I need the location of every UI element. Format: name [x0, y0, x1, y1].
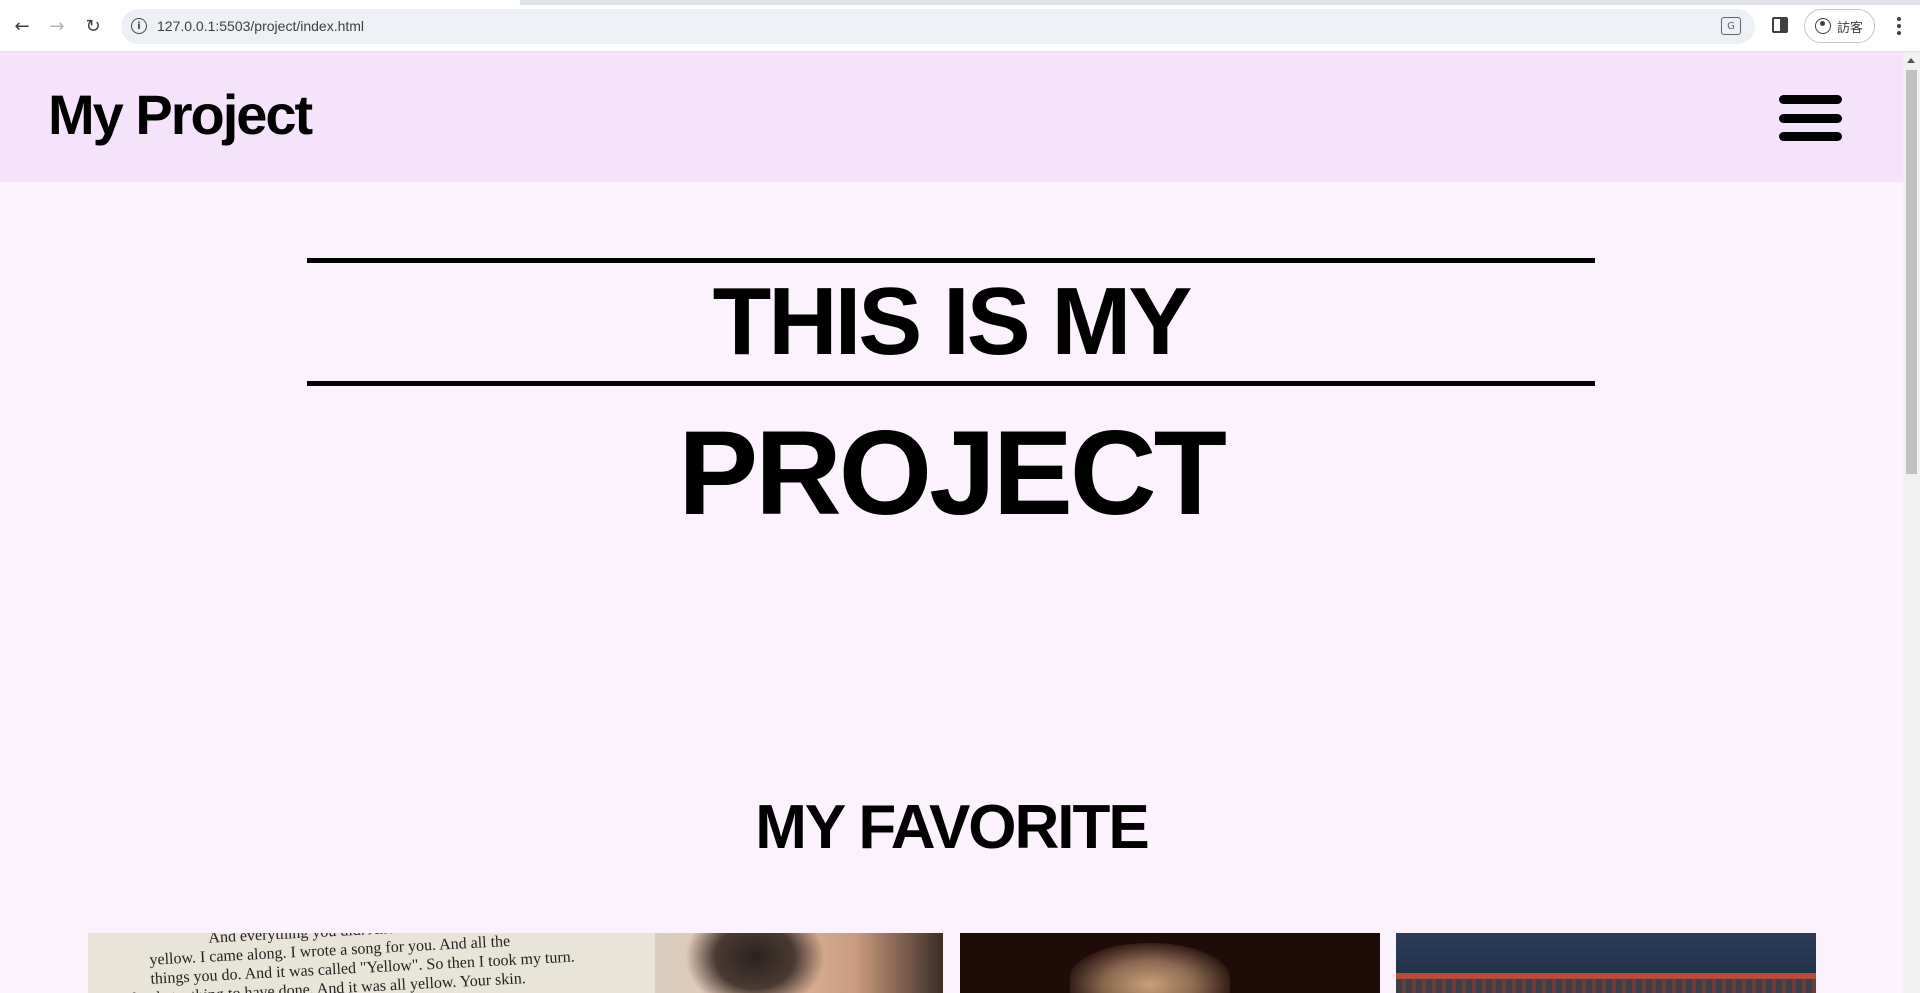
active-tab[interactable]	[0, 0, 520, 5]
address-bar[interactable]: i 127.0.0.1:5503/project/index.html G	[121, 9, 1755, 44]
forward-button[interactable]: →	[44, 13, 70, 39]
favorite-photo-1[interactable]: And everything you did. And all the yell…	[88, 933, 943, 993]
translate-glyph: G	[1727, 20, 1735, 32]
hero-line-2: PROJECT	[678, 406, 1227, 540]
hero-section: THIS IS MY PROJECT	[307, 258, 1595, 548]
site-header: My Project	[0, 52, 1903, 182]
favorites-gallery: And everything you did. And all the yell…	[0, 933, 1903, 993]
url-text[interactable]: 127.0.0.1:5503/project/index.html	[157, 18, 364, 34]
favorite-photo-2[interactable]	[960, 933, 1380, 993]
web-page: My Project THIS IS MY PROJECT MY FAVORIT…	[0, 52, 1903, 993]
browser-toolbar: ← → ↻ i 127.0.0.1:5503/project/index.htm…	[0, 0, 1920, 52]
hero-bottom-rule	[307, 381, 1595, 386]
hero-line-1: THIS IS MY	[712, 268, 1193, 375]
hamburger-menu-icon[interactable]	[1779, 95, 1842, 141]
page-scrollbar[interactable]	[1903, 52, 1920, 993]
reload-icon: ↻	[85, 15, 101, 37]
arrow-left-icon: ←	[14, 15, 30, 37]
tab-strip	[0, 0, 1920, 5]
site-info-icon[interactable]: i	[131, 18, 147, 34]
site-brand[interactable]: My Project	[48, 82, 313, 147]
scrollbar-thumb[interactable]	[1906, 70, 1917, 474]
back-button[interactable]: ←	[9, 13, 35, 39]
profile-button[interactable]: 訪客	[1804, 9, 1875, 43]
reload-button[interactable]: ↻	[80, 13, 106, 39]
photo-1-portrait	[655, 933, 943, 993]
side-panel-icon[interactable]	[1772, 17, 1788, 33]
arrow-right-icon: →	[49, 15, 65, 37]
photo-1-lyrics: And everything you did. And all the yell…	[88, 933, 651, 993]
browser-menu-icon[interactable]	[1892, 15, 1906, 37]
avatar-icon	[1815, 18, 1831, 34]
favorite-photo-3[interactable]	[1396, 933, 1816, 993]
translate-icon[interactable]: G	[1721, 17, 1741, 35]
favorites-title: MY FAVORITE	[755, 793, 1150, 862]
scroll-up-arrow-icon[interactable]	[1907, 58, 1915, 63]
profile-label: 訪客	[1837, 20, 1864, 36]
